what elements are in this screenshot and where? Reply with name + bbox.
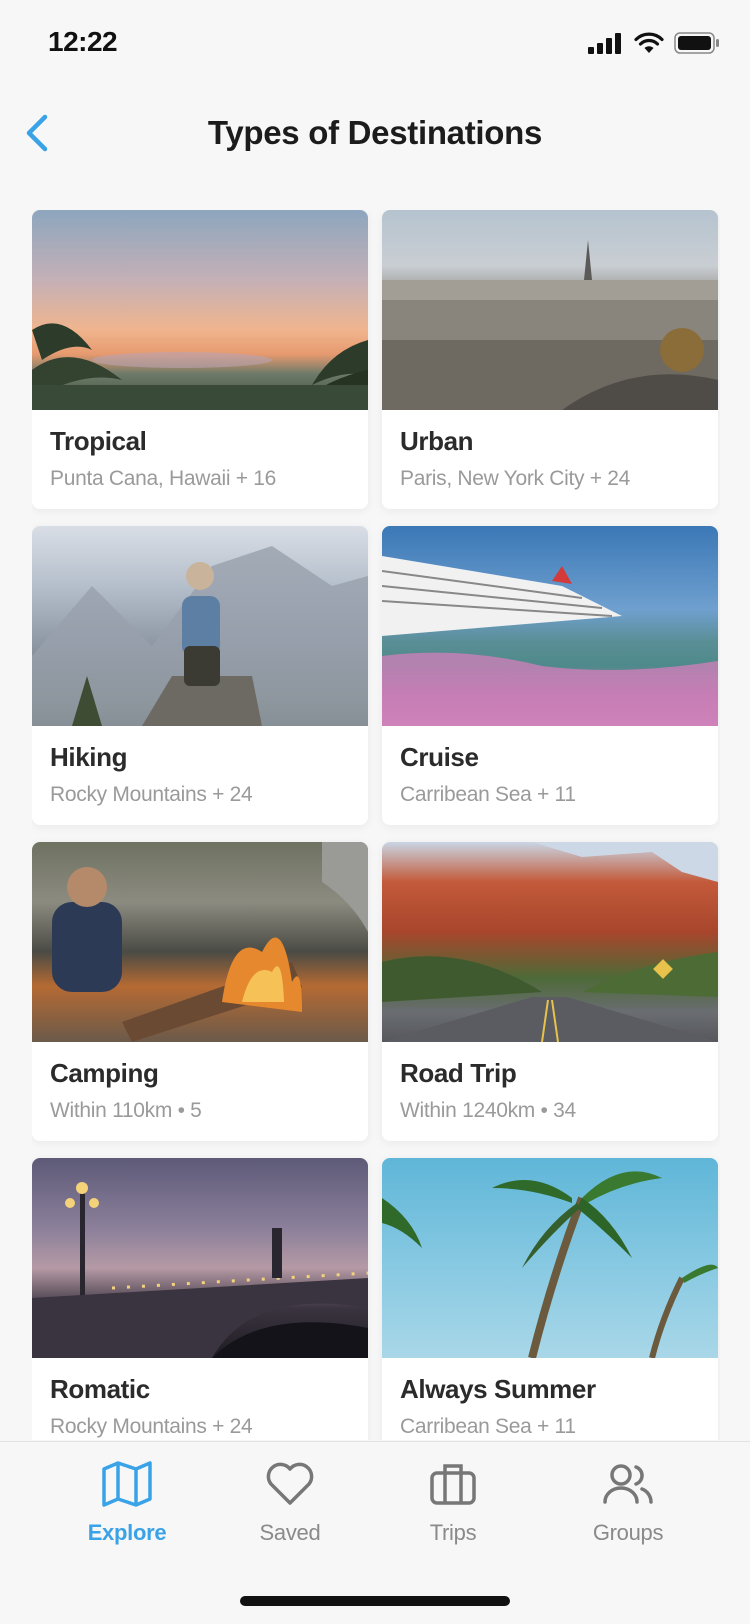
heart-icon bbox=[266, 1462, 314, 1505]
card-title: Camping bbox=[50, 1058, 159, 1088]
road-trip-image bbox=[382, 842, 718, 1042]
card-subtitle: Paris, New York City + 24 bbox=[400, 467, 631, 490]
card-title: Always Summer bbox=[400, 1374, 596, 1404]
tab-label: Explore bbox=[87, 1520, 167, 1545]
card-title: Urban bbox=[400, 426, 474, 456]
card-subtitle: Carribean Sea + 11 bbox=[400, 1415, 576, 1438]
map-icon bbox=[102, 1461, 152, 1507]
destination-card-always-summer[interactable]: Always Summer Carribean Sea + 11 bbox=[382, 1158, 718, 1440]
battery-icon bbox=[674, 32, 719, 54]
destination-card-hiking[interactable]: Hiking Rocky Mountains + 24 bbox=[32, 526, 368, 825]
cruise-image bbox=[382, 526, 718, 726]
card-subtitle: Punta Cana, Hawaii + 16 bbox=[50, 467, 276, 490]
tab-label: Saved bbox=[259, 1520, 321, 1545]
status-icons bbox=[588, 32, 720, 54]
users-icon bbox=[603, 1464, 653, 1504]
page-title: Types of Destinations bbox=[207, 114, 543, 151]
tab-trips[interactable]: Trips bbox=[383, 1456, 523, 1556]
destination-card-road-trip[interactable]: Road Trip Within 1240km • 34 bbox=[382, 842, 718, 1141]
wifi-icon bbox=[634, 32, 664, 53]
camping-image bbox=[32, 842, 368, 1042]
tropical-image bbox=[32, 210, 368, 410]
card-subtitle: Rocky Mountains + 24 bbox=[50, 783, 253, 806]
tab-label: Groups bbox=[592, 1520, 664, 1545]
status-bar: 12:22 bbox=[0, 0, 750, 88]
card-subtitle: Within 1240km • 34 bbox=[400, 1099, 576, 1122]
briefcase-icon bbox=[430, 1464, 476, 1505]
card-title: Road Trip bbox=[400, 1058, 517, 1088]
tab-groups[interactable]: Groups bbox=[558, 1456, 698, 1556]
card-subtitle: Rocky Mountains + 24 bbox=[50, 1415, 253, 1438]
romantic-image bbox=[32, 1158, 368, 1358]
cellular-signal-icon bbox=[588, 33, 621, 54]
destination-card-romantic[interactable]: Romatic Rocky Mountains + 24 bbox=[32, 1158, 368, 1440]
destinations-scroll-area[interactable]: Tropical Punta Cana, Hawaii + 16 Urban P… bbox=[32, 210, 720, 1440]
card-subtitle: Carribean Sea + 11 bbox=[400, 783, 576, 806]
tab-label: Trips bbox=[429, 1520, 477, 1545]
navigation-bar: Types of Destinations bbox=[0, 96, 750, 172]
tab-saved[interactable]: Saved bbox=[220, 1456, 360, 1556]
status-time: 12:22 bbox=[48, 26, 118, 57]
tab-explore[interactable]: Explore bbox=[57, 1456, 197, 1556]
home-indicator bbox=[240, 1596, 510, 1606]
destination-card-urban[interactable]: Urban Paris, New York City + 24 bbox=[382, 210, 718, 509]
urban-image bbox=[382, 210, 718, 410]
always-summer-image bbox=[382, 1158, 718, 1358]
card-subtitle: Within 110km • 5 bbox=[50, 1099, 202, 1122]
destination-card-cruise[interactable]: Cruise Carribean Sea + 11 bbox=[382, 526, 718, 825]
card-title: Cruise bbox=[400, 742, 479, 772]
card-title: Tropical bbox=[50, 426, 147, 456]
destination-card-camping[interactable]: Camping Within 110km • 5 bbox=[32, 842, 368, 1141]
destinations-grid: Tropical Punta Cana, Hawaii + 16 Urban P… bbox=[32, 210, 720, 1440]
card-title: Romatic bbox=[50, 1374, 150, 1404]
card-title: Hiking bbox=[50, 742, 128, 772]
hiking-image bbox=[32, 526, 368, 726]
destination-card-tropical[interactable]: Tropical Punta Cana, Hawaii + 16 bbox=[32, 210, 368, 509]
